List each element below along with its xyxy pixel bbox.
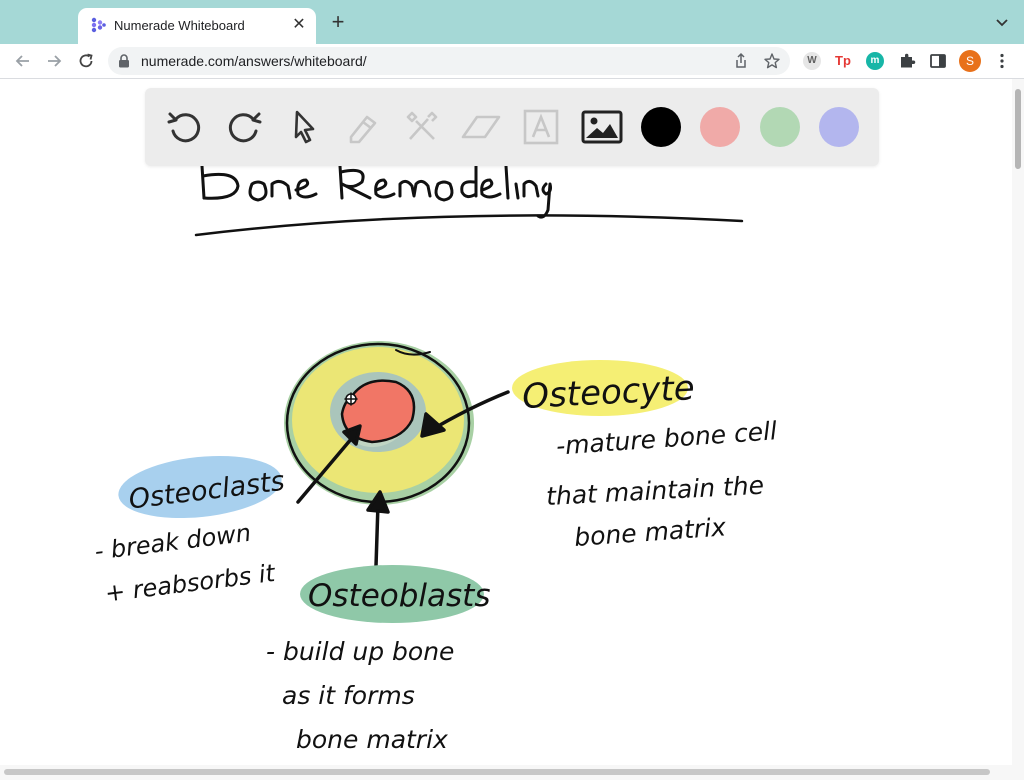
title-handwriting: [200, 164, 552, 219]
browser-toolbar: numerade.com/answers/whiteboard/ W Tp m …: [0, 44, 1024, 79]
osteocyte-note-3: bone matrix: [573, 512, 727, 552]
color-swatch-green[interactable]: [760, 107, 800, 147]
eraser-icon: [461, 115, 501, 139]
bookmark-star-icon[interactable]: [763, 52, 781, 70]
osteocyte-label: Osteocyte: [521, 368, 695, 417]
eraser-tool-button[interactable]: [458, 104, 504, 150]
vertical-scrollbar[interactable]: [1012, 79, 1024, 780]
reload-icon[interactable]: [75, 50, 97, 72]
select-tool-button[interactable]: [281, 104, 327, 150]
whiteboard-toolbar: [145, 88, 879, 166]
profile-avatar[interactable]: S: [959, 50, 981, 72]
osteoclasts-note-2: + reabsorbs it: [103, 559, 278, 608]
image-tool-button[interactable]: [579, 104, 625, 150]
text-tool-button[interactable]: [518, 104, 564, 150]
tab-close-icon[interactable]: ✕: [290, 16, 308, 34]
forward-icon[interactable]: [43, 50, 65, 72]
browser-tab[interactable]: Numerade Whiteboard ✕: [78, 8, 316, 44]
vertical-scrollbar-thumb[interactable]: [1015, 89, 1021, 169]
tools-button[interactable]: [399, 104, 445, 150]
extension-m-icon[interactable]: m: [866, 52, 884, 70]
osteoblasts-note-1: - build up bone: [266, 637, 454, 666]
horizontal-scrollbar[interactable]: [0, 765, 1012, 780]
horizontal-scrollbar-thumb[interactable]: [4, 769, 990, 775]
tab-search-chevron-icon[interactable]: [994, 15, 1010, 31]
color-swatch-black[interactable]: [641, 107, 681, 147]
arrow-osteoblasts: [366, 490, 390, 568]
pen-icon: [349, 115, 377, 144]
back-icon[interactable]: [12, 50, 34, 72]
whiteboard-canvas[interactable]: Osteocyte Osteoclasts Osteoblasts -matur…: [0, 79, 1012, 765]
browser-tabstrip: Numerade Whiteboard ✕ +: [0, 0, 1024, 44]
color-swatch-lavender[interactable]: [819, 107, 859, 147]
share-icon[interactable]: [732, 52, 750, 70]
side-panel-icon[interactable]: [928, 51, 948, 71]
pen-tool-button[interactable]: [340, 104, 386, 150]
image-icon: [581, 110, 623, 144]
undo-button[interactable]: [162, 104, 208, 150]
text-icon: [523, 109, 559, 145]
osteoblasts-label: Osteoblasts: [308, 578, 491, 614]
tab-title: Numerade Whiteboard: [114, 18, 245, 33]
address-bar[interactable]: numerade.com/answers/whiteboard/: [108, 47, 790, 75]
osteoclasts-note-1: - break down: [93, 519, 252, 566]
color-swatch-pink[interactable]: [700, 107, 740, 147]
osteoblasts-note-3: bone matrix: [296, 725, 448, 754]
lock-icon[interactable]: [118, 54, 130, 68]
select-cursor-icon: [294, 110, 315, 144]
url-text[interactable]: numerade.com/answers/whiteboard/: [141, 53, 367, 69]
browser-menu-icon[interactable]: [992, 51, 1012, 71]
osteocyte-note-2: that maintain the: [545, 471, 764, 511]
extension-w-icon[interactable]: W: [803, 52, 821, 70]
osteoblasts-note-2: as it forms: [282, 681, 415, 710]
extension-tp-icon[interactable]: Tp: [834, 52, 852, 70]
numerade-logo-icon: [91, 17, 106, 33]
whiteboard-drawing: Osteocyte Osteoclasts Osteoblasts -matur…: [93, 164, 778, 754]
tools-icon: [406, 111, 438, 140]
undo-icon: [167, 112, 201, 143]
title-underline: [194, 214, 744, 237]
redo-icon: [228, 112, 262, 143]
extensions-puzzle-icon[interactable]: [897, 51, 917, 71]
redo-button[interactable]: [221, 104, 267, 150]
osteocyte-note-1: -mature bone cell: [555, 416, 778, 460]
new-tab-icon[interactable]: +: [328, 11, 348, 33]
